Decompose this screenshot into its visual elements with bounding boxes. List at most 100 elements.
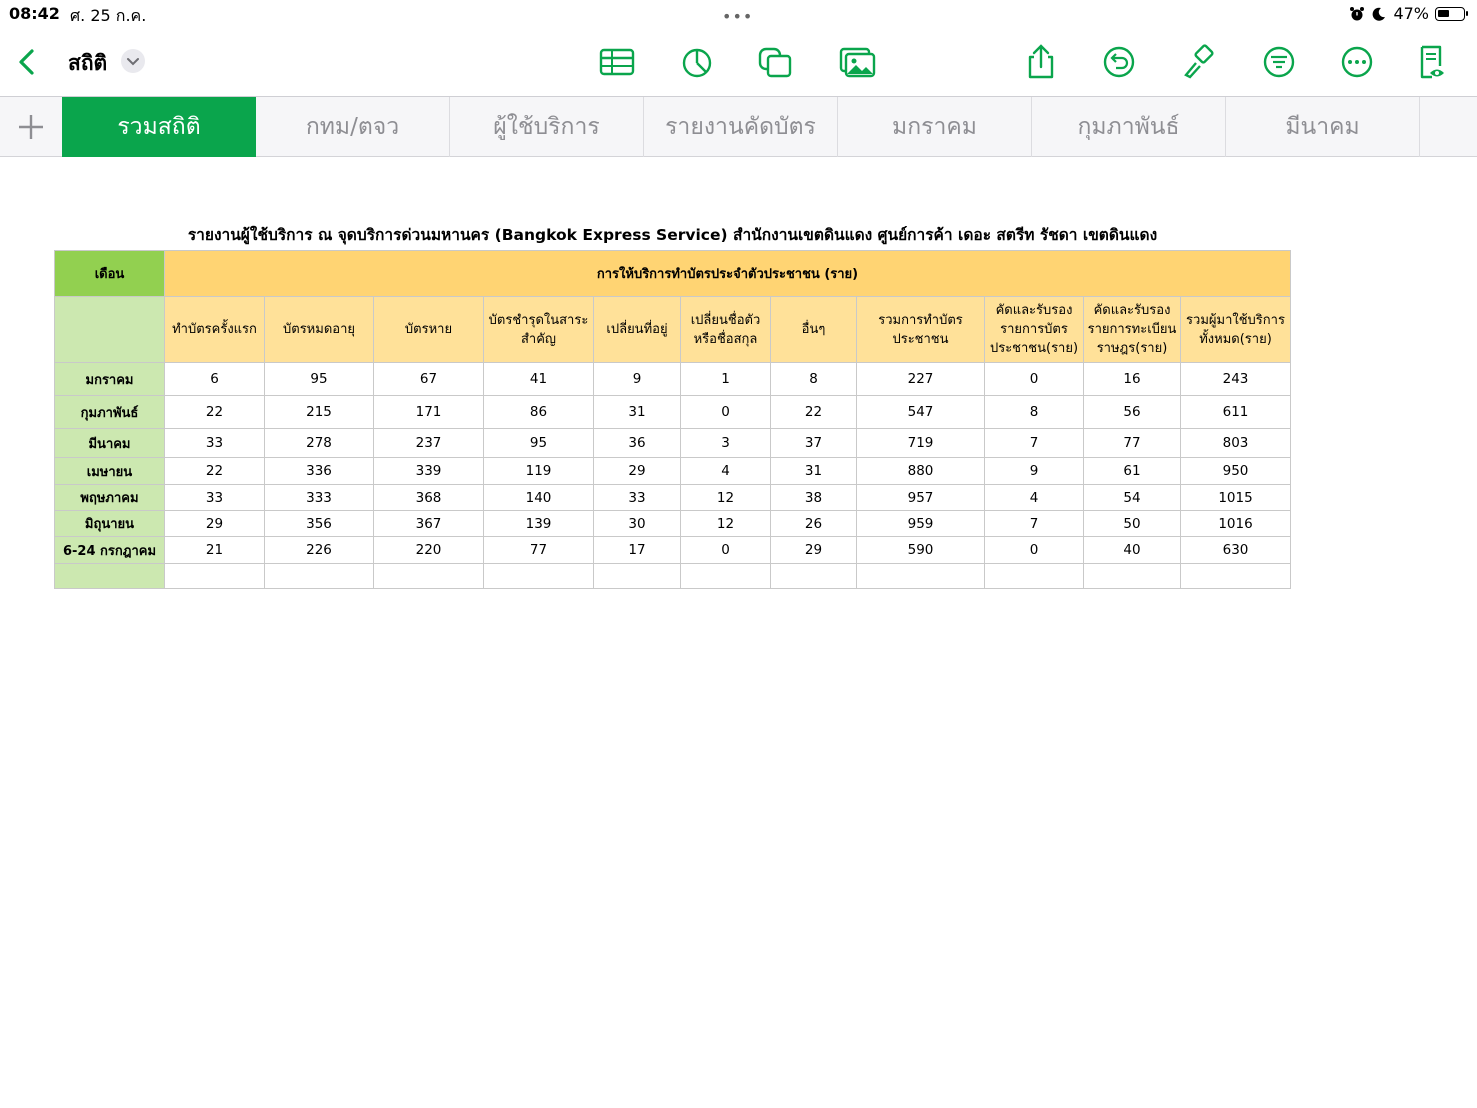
value-cell[interactable]: 31 xyxy=(593,395,681,429)
value-cell[interactable]: 1015 xyxy=(1180,484,1291,511)
value-cell[interactable]: 56 xyxy=(1083,395,1181,429)
value-cell[interactable]: 367 xyxy=(373,510,484,537)
tab-march[interactable]: มีนาคม xyxy=(1226,97,1420,157)
more-icon[interactable] xyxy=(1338,44,1376,80)
value-cell[interactable]: 0 xyxy=(984,362,1084,396)
column-header[interactable]: คัดและรับรอง รายการทะเบียน ราษฎร(ราย) xyxy=(1083,296,1181,363)
value-cell[interactable]: 29 xyxy=(593,457,681,485)
month-cell[interactable]: มิถุนายน xyxy=(54,510,165,537)
value-cell[interactable]: 630 xyxy=(1180,536,1291,564)
month-cell[interactable]: เมษายน xyxy=(54,457,165,485)
value-cell[interactable] xyxy=(264,563,374,589)
value-cell[interactable]: 8 xyxy=(770,362,857,396)
title-dropdown-icon[interactable] xyxy=(121,49,145,73)
column-header[interactable]: บัตรหมดอายุ xyxy=(264,296,374,363)
month-cell[interactable]: มีนาคม xyxy=(54,428,165,458)
value-cell[interactable]: 547 xyxy=(856,395,985,429)
table-row[interactable]: 6-24 กรกฎาคม 21 226 220 77 17 0 29 590 0 40 630 xyxy=(54,536,1291,564)
value-cell[interactable] xyxy=(680,563,771,589)
document-title[interactable]: สถิติ xyxy=(68,47,107,80)
stats-table[interactable]: เดือน การให้บริการทำบัตรประจำตัวประชาชน … xyxy=(54,250,1291,589)
value-cell[interactable]: 0 xyxy=(984,536,1084,564)
undo-icon[interactable] xyxy=(1100,44,1138,80)
value-cell[interactable]: 26 xyxy=(770,510,857,537)
value-cell[interactable]: 3 xyxy=(680,428,771,458)
column-header[interactable]: ทำบัตรครั้งแรก xyxy=(164,296,265,363)
value-cell[interactable]: 227 xyxy=(856,362,985,396)
table-icon[interactable] xyxy=(598,44,636,80)
value-cell[interactable]: 33 xyxy=(164,428,265,458)
value-cell[interactable]: 9 xyxy=(593,362,681,396)
tab-january[interactable]: มกราคม xyxy=(838,97,1032,157)
value-cell[interactable]: 339 xyxy=(373,457,484,485)
tab-bkk-provinces[interactable]: กทม/ตจว xyxy=(256,97,450,157)
shape-icon[interactable] xyxy=(756,44,794,80)
value-cell[interactable]: 36 xyxy=(593,428,681,458)
table-row[interactable] xyxy=(54,563,1291,589)
month-cell[interactable]: กุมภาพันธ์ xyxy=(54,395,165,429)
value-cell[interactable]: 803 xyxy=(1180,428,1291,458)
value-cell[interactable]: 139 xyxy=(483,510,594,537)
value-cell[interactable]: 67 xyxy=(373,362,484,396)
value-cell[interactable]: 957 xyxy=(856,484,985,511)
value-cell[interactable]: 611 xyxy=(1180,395,1291,429)
tab-february[interactable]: กุมภาพันธ์ xyxy=(1032,97,1226,157)
chart-icon[interactable] xyxy=(678,44,716,80)
value-cell[interactable] xyxy=(164,563,265,589)
column-header[interactable]: อื่นๆ xyxy=(770,296,857,363)
value-cell[interactable]: 33 xyxy=(593,484,681,511)
value-cell[interactable]: 61 xyxy=(1083,457,1181,485)
value-cell[interactable]: 356 xyxy=(264,510,374,537)
column-header[interactable]: รวมการทำบัตร ประชาชน xyxy=(856,296,985,363)
value-cell[interactable]: 21 xyxy=(164,536,265,564)
value-cell[interactable] xyxy=(1083,563,1181,589)
month-cell[interactable]: พฤษภาคม xyxy=(54,484,165,511)
service-group-header[interactable]: การให้บริการทำบัตรประจำตัวประชาชน (ราย) xyxy=(164,250,1291,297)
value-cell[interactable]: 30 xyxy=(593,510,681,537)
value-cell[interactable]: 880 xyxy=(856,457,985,485)
value-cell[interactable]: 215 xyxy=(264,395,374,429)
value-cell[interactable]: 0 xyxy=(680,536,771,564)
value-cell[interactable]: 368 xyxy=(373,484,484,511)
value-cell[interactable] xyxy=(593,563,681,589)
tab-summary[interactable]: รวมสถิติ xyxy=(62,97,256,157)
table-row[interactable]: มีนาคม 33 278 237 95 36 3 37 719 7 77 803 xyxy=(54,428,1291,458)
value-cell[interactable]: 959 xyxy=(856,510,985,537)
sort-filter-icon[interactable] xyxy=(1260,44,1298,80)
value-cell[interactable]: 1016 xyxy=(1180,510,1291,537)
value-cell[interactable]: 31 xyxy=(770,457,857,485)
month-cell[interactable]: มกราคม xyxy=(54,362,165,396)
value-cell[interactable]: 40 xyxy=(1083,536,1181,564)
value-cell[interactable]: 6 xyxy=(164,362,265,396)
value-cell[interactable]: 9 xyxy=(984,457,1084,485)
value-cell[interactable]: 29 xyxy=(770,536,857,564)
multitasking-dots[interactable]: ••• xyxy=(722,7,753,26)
column-header[interactable]: บัตรชำรุดในสาระ สำคัญ xyxy=(483,296,594,363)
value-cell[interactable]: 22 xyxy=(164,457,265,485)
reader-view-icon[interactable] xyxy=(1414,44,1452,80)
value-cell[interactable]: 86 xyxy=(483,395,594,429)
value-cell[interactable]: 12 xyxy=(680,484,771,511)
value-cell[interactable] xyxy=(856,563,985,589)
value-cell[interactable]: 8 xyxy=(984,395,1084,429)
value-cell[interactable]: 7 xyxy=(984,428,1084,458)
value-cell[interactable]: 41 xyxy=(483,362,594,396)
value-cell[interactable]: 243 xyxy=(1180,362,1291,396)
month-cell[interactable] xyxy=(54,563,165,589)
share-icon[interactable] xyxy=(1022,44,1060,80)
value-cell[interactable]: 140 xyxy=(483,484,594,511)
value-cell[interactable]: 95 xyxy=(264,362,374,396)
month-cell[interactable]: 6-24 กรกฎาคม xyxy=(54,536,165,564)
column-header[interactable]: เปลี่ยนที่อยู่ xyxy=(593,296,681,363)
value-cell[interactable]: 119 xyxy=(483,457,594,485)
table-row[interactable]: กุมภาพันธ์ 22 215 171 86 31 0 22 547 8 56 611 xyxy=(54,395,1291,429)
value-cell[interactable]: 54 xyxy=(1083,484,1181,511)
value-cell[interactable]: 220 xyxy=(373,536,484,564)
table-row[interactable]: มิถุนายน 29 356 367 139 30 12 26 959 7 50 1016 xyxy=(54,510,1291,537)
value-cell[interactable]: 22 xyxy=(770,395,857,429)
value-cell[interactable]: 50 xyxy=(1083,510,1181,537)
value-cell[interactable]: 77 xyxy=(483,536,594,564)
value-cell[interactable] xyxy=(483,563,594,589)
column-header[interactable]: รวมผู้มาใช้บริการ ทั้งหมด(ราย) xyxy=(1180,296,1291,363)
value-cell[interactable]: 22 xyxy=(164,395,265,429)
